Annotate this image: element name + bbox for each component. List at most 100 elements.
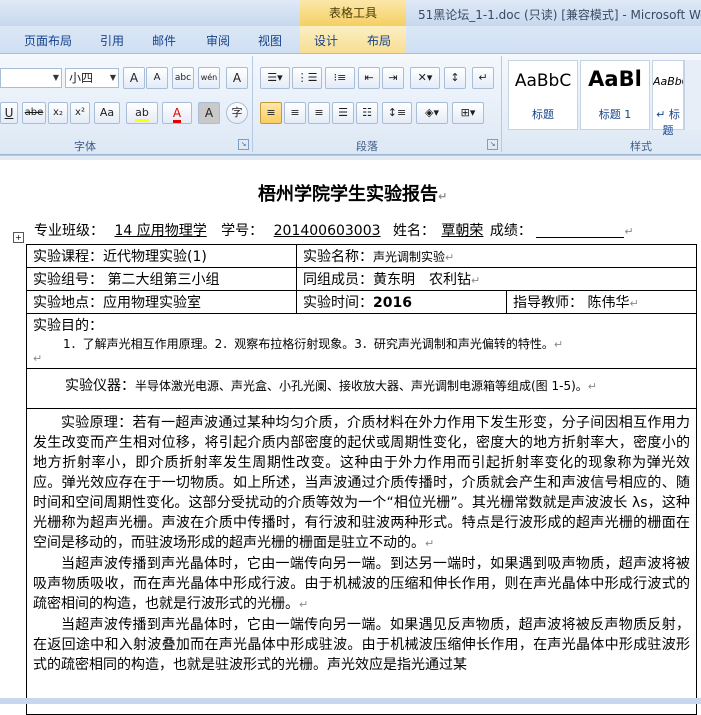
- align-center-button[interactable]: ≡: [284, 102, 306, 124]
- style-heading-1[interactable]: AaBl 标题 1: [580, 60, 650, 130]
- exp-name-cell[interactable]: 实验名称：声光调制实验↵: [295, 244, 698, 268]
- instruments-cell[interactable]: 实验仪器：半导体激光电源、声光盒、小孔光阑、接收放大器、声光调制电源箱等组成(图…: [25, 368, 698, 409]
- clear-format-icon: abc: [174, 73, 192, 83]
- font-color-button[interactable]: A: [162, 102, 192, 124]
- enclose-char-icon: 字: [231, 106, 243, 119]
- strikethrough-icon: abe: [24, 107, 44, 118]
- score-blank: [536, 223, 625, 238]
- font-name-combo[interactable]: ▼: [0, 68, 62, 88]
- phonetic-guide-button[interactable]: wén: [198, 67, 220, 89]
- style-heading[interactable]: AaBbCcI ↵ 标题: [652, 60, 684, 137]
- tab-review[interactable]: 审阅: [206, 32, 230, 49]
- grow-font-button[interactable]: A: [123, 67, 145, 89]
- members-cell[interactable]: 同组成员：黄东明 农利钻↵: [295, 267, 698, 291]
- numbering-button[interactable]: ⋮☰: [292, 67, 322, 89]
- styles-scroll[interactable]: [684, 60, 701, 130]
- course-cell[interactable]: 实验课程：近代物理实验(1): [26, 244, 297, 268]
- tab-page-layout[interactable]: 页面布局: [24, 32, 72, 49]
- numbering-icon: ⋮☰: [296, 71, 318, 84]
- purpose-label: 实验目的：: [33, 318, 103, 334]
- instruments-line: 实验仪器：半导体激光电源、声光盒、小孔光阑、接收放大器、声光调制电源箱等组成(图…: [65, 378, 597, 394]
- paragraph-mark-icon: ↵: [478, 71, 488, 84]
- justify-icon: ☰: [338, 106, 348, 119]
- phonetic-guide-icon: wén: [200, 73, 218, 82]
- ribbon: ▼ 小四 ▼ A A abc wén A U abe x₂ x² Aa ab A…: [0, 54, 701, 155]
- tab-design[interactable]: 设计: [314, 32, 338, 49]
- table-row: 实验地点：应用物理实验室 实验时间：2016 指导教师： 陈伟华↵: [26, 290, 698, 314]
- superscript-button[interactable]: x²: [70, 102, 90, 124]
- clear-format-button[interactable]: abc: [172, 67, 194, 89]
- char-shading-button[interactable]: A: [198, 102, 220, 124]
- superscript-icon: x²: [75, 107, 85, 118]
- title-bar: 表格工具 51黑论坛_1-1.doc (只读) [兼容模式] - Microso…: [0, 0, 701, 26]
- purpose-cell[interactable]: 实验目的： 1．了解声光相互作用原理。2．观察布拉格衍射现象。3．研究声光调制和…: [25, 313, 698, 369]
- subscript-icon: x₂: [53, 107, 63, 118]
- name-label: 姓名：: [392, 223, 435, 239]
- distributed-icon: ☷: [362, 106, 372, 119]
- tab-layout[interactable]: 布局: [367, 32, 391, 49]
- align-left-button[interactable]: ≡: [260, 102, 282, 124]
- style-title[interactable]: AaBbC 标题: [508, 60, 578, 130]
- decrease-indent-button[interactable]: ⇤: [358, 67, 380, 89]
- ribbon-tab-row: 页面布局 引用 邮件 审阅 视图 设计 布局: [0, 26, 701, 54]
- distributed-button[interactable]: ☷: [356, 102, 378, 124]
- multilevel-list-button[interactable]: ⁝≡: [325, 67, 355, 89]
- table-row: 实验原理：若有一超声波通过某种均匀介质，介质材料在外力作用下发生形变，分子间因相…: [25, 408, 698, 715]
- style-name: 标题: [532, 108, 554, 121]
- paragraph-mark-icon: ↵: [33, 352, 43, 365]
- paragraph-dialog-launcher[interactable]: ↘: [487, 139, 498, 150]
- table-tools-label: 表格工具: [328, 6, 377, 20]
- principle-paragraph: 实验原理：若有一超声波通过某种均匀介质，介质材料在外力作用下发生形变，分子间因相…: [33, 415, 691, 551]
- char-border-button[interactable]: A: [226, 67, 248, 89]
- bullets-icon: ☰▾: [267, 71, 283, 84]
- score-label: 成绩：: [489, 223, 532, 239]
- shrink-font-button[interactable]: A: [146, 67, 168, 89]
- justify-button[interactable]: ☰: [332, 102, 354, 124]
- table-move-handle[interactable]: +: [13, 232, 24, 243]
- chevron-down-icon: ▼: [52, 73, 59, 82]
- group-cell[interactable]: 实验组号： 第二大组第三小组: [26, 267, 297, 291]
- time-cell[interactable]: 实验时间：2016: [296, 290, 507, 314]
- show-marks-button[interactable]: ↵: [472, 67, 494, 89]
- subscript-button[interactable]: x₂: [48, 102, 68, 124]
- styles-group-label: 样式: [630, 140, 652, 153]
- highlight-icon: ab: [135, 106, 149, 122]
- principle-paragraph: 当超声波传播到声光晶体时，它由一端传向另一端。到达另一端时，如果遇到吸声物质，超…: [33, 556, 691, 612]
- group-divider: [501, 56, 502, 152]
- align-center-icon: ≡: [290, 106, 300, 119]
- change-case-icon: Aa: [99, 106, 115, 119]
- tab-view[interactable]: 视图: [258, 32, 282, 49]
- table-tools-context: 表格工具: [300, 0, 406, 26]
- decrease-indent-icon: ⇤: [364, 71, 374, 84]
- tab-mailings[interactable]: 邮件: [152, 32, 176, 49]
- style-name: ↵ 标题: [656, 108, 680, 137]
- strikethrough-button[interactable]: abe: [22, 102, 46, 124]
- style-sample: AaBbCcI: [653, 75, 683, 88]
- teacher-cell[interactable]: 指导教师： 陈伟华↵: [505, 290, 698, 314]
- font-group-label: 字体: [74, 140, 96, 153]
- sort-button[interactable]: ↕: [444, 67, 466, 89]
- borders-button[interactable]: ⊞▾: [452, 102, 484, 124]
- font-size-value: 小四: [69, 71, 94, 85]
- enclose-char-button[interactable]: 字: [226, 102, 248, 124]
- underline-button[interactable]: U: [0, 102, 18, 124]
- table-row: 实验目的： 1．了解声光相互作用原理。2．观察布拉格衍射现象。3．研究声光调制和…: [25, 313, 698, 369]
- style-name: 标题 1: [598, 108, 632, 121]
- font-size-combo[interactable]: 小四 ▼: [65, 68, 119, 88]
- align-right-button[interactable]: ≡: [308, 102, 330, 124]
- place-cell[interactable]: 实验地点：应用物理实验室: [26, 290, 297, 314]
- increase-indent-button[interactable]: ⇥: [382, 67, 404, 89]
- font-dialog-launcher[interactable]: ↘: [238, 139, 249, 150]
- chinese-layout-button[interactable]: ✕▾: [410, 67, 440, 89]
- shading-button[interactable]: ◈▾: [416, 102, 448, 124]
- line-spacing-button[interactable]: ↕≡: [382, 102, 412, 124]
- change-case-button[interactable]: Aa: [94, 102, 120, 124]
- tab-references[interactable]: 引用: [100, 32, 124, 49]
- sort-icon: ↕: [450, 71, 460, 84]
- highlight-button[interactable]: ab: [126, 102, 158, 124]
- bullets-button[interactable]: ☰▾: [260, 67, 290, 89]
- document-area[interactable]: 梧州学院学生实验报告↵ + 专业班级： 14 应用物理学 学号： 2014006…: [0, 155, 701, 715]
- principle-cell[interactable]: 实验原理：若有一超声波通过某种均匀介质，介质材料在外力作用下发生形变，分子间因相…: [25, 408, 698, 715]
- font-color-icon: A: [172, 106, 182, 123]
- table-row: 实验组号： 第二大组第三小组 同组成员：黄东明 农利钻↵: [26, 267, 698, 291]
